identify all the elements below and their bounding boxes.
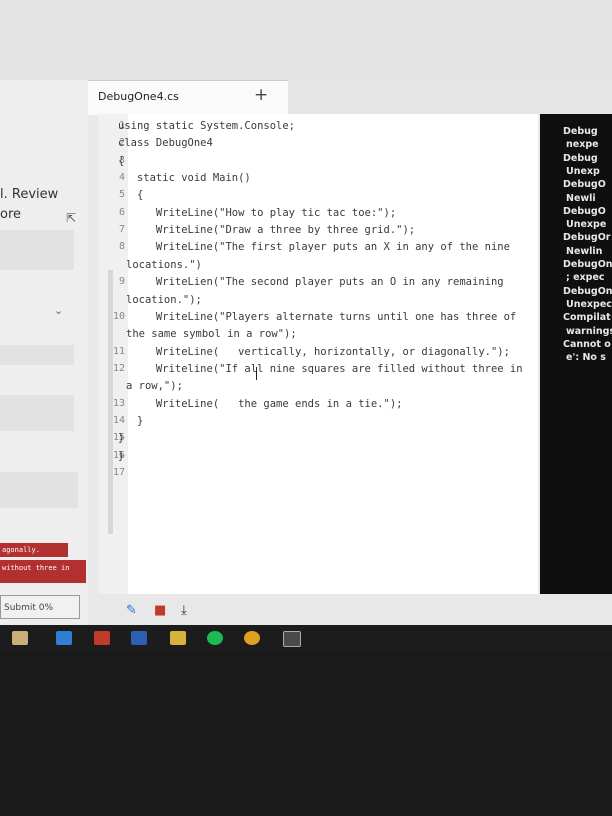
editor-toolbar xyxy=(88,594,612,625)
terminal-line: Debug xyxy=(563,152,598,164)
app-icon[interactable] xyxy=(283,631,301,647)
terminal-line: e': No s xyxy=(566,352,606,364)
tab-terminal[interactable]: >_ T xyxy=(540,80,612,114)
code-line[interactable]: static void Main() xyxy=(118,172,251,184)
terminal-line: Unexpect xyxy=(566,298,612,310)
code-line[interactable]: a row,"); xyxy=(126,380,183,392)
code-line[interactable]: WriteLine("Draw a three by three grid.")… xyxy=(118,224,415,236)
left-card xyxy=(0,472,78,508)
terminal-line: Debug xyxy=(563,126,598,137)
submit-button[interactable]: Submit 0% xyxy=(0,595,80,619)
code-line[interactable]: using static System.Console; xyxy=(118,120,295,132)
tab-label: DebugOne4.cs xyxy=(98,90,179,103)
folder-icon[interactable] xyxy=(170,631,186,645)
add-tab-button[interactable]: + xyxy=(254,85,268,105)
terminal-line: Newlin xyxy=(566,245,603,257)
code-line[interactable]: } xyxy=(118,432,124,444)
terminal-line: Unexp xyxy=(566,165,600,177)
code-line[interactable]: WriteLine("How to play tic tac toe:"); xyxy=(118,207,396,219)
terminal-line: Newli xyxy=(566,192,596,204)
code-line[interactable]: locations.") xyxy=(126,259,202,271)
error-highlight: without three in xyxy=(0,560,86,583)
office-icon[interactable] xyxy=(94,631,110,645)
review-heading: l. Review xyxy=(0,187,59,202)
code-line[interactable]: location."); xyxy=(126,294,202,306)
top-band xyxy=(0,0,612,80)
left-card xyxy=(0,230,74,270)
code-line[interactable]: } xyxy=(118,450,124,462)
code-line[interactable]: WriteLine( the game ends in a tie."); xyxy=(118,398,403,410)
store-icon[interactable] xyxy=(12,631,28,645)
terminal-line: Unexpe xyxy=(566,219,607,231)
code-line[interactable]: class DebugOne4 xyxy=(118,137,213,149)
code-line[interactable]: WriteLine( vertically, horizontally, or … xyxy=(118,346,510,358)
terminal-line: DebugOr xyxy=(563,232,611,244)
chevron-down-icon[interactable]: ⌄ xyxy=(54,304,63,317)
code-line[interactable]: { xyxy=(118,155,124,167)
terminal-line: nexpe xyxy=(566,139,599,151)
error-highlight: agonally. xyxy=(0,543,68,557)
more-text: ore xyxy=(0,207,22,222)
terminal-line: DebugOn xyxy=(563,285,612,297)
terminal-line: Compilat xyxy=(563,312,611,324)
trash-icon[interactable]: ■ xyxy=(154,603,166,618)
terminal-line: Cannot o xyxy=(563,338,611,350)
left-card xyxy=(0,345,74,365)
pencil-icon[interactable]: ✎ xyxy=(126,603,137,618)
code-line[interactable]: WriteLien("The second player puts an O i… xyxy=(118,276,504,288)
terminal-line: ; expec xyxy=(566,272,605,284)
spotify-icon[interactable] xyxy=(207,631,223,645)
code-line[interactable]: WriteLine("The first player puts an X in… xyxy=(118,241,510,253)
chrome-icon[interactable] xyxy=(244,631,260,645)
line-number: 17 xyxy=(112,467,125,478)
mouse-pointer-icon: ⇱ xyxy=(66,211,77,225)
download-icon[interactable]: ⤓ xyxy=(181,603,187,618)
left-card xyxy=(0,395,74,431)
terminal-line: warnings xyxy=(566,325,612,337)
terminal-line: DebugO xyxy=(563,179,606,191)
screen: l. Review ore ⇱ ⌄ agonally. without thre… xyxy=(0,0,612,625)
text-caret xyxy=(256,367,257,380)
terminal-line: DebugO xyxy=(563,205,606,217)
taskbar xyxy=(0,625,612,653)
code-line[interactable]: WriteLine("Players alternate turns until… xyxy=(118,311,516,323)
word-icon[interactable] xyxy=(131,631,147,645)
code-line[interactable]: } xyxy=(118,415,143,427)
code-line[interactable]: Writeline("If all nine squares are fille… xyxy=(118,363,523,375)
code-line[interactable]: the same symbol in a row"); xyxy=(126,328,297,340)
terminal-line: DebugOn xyxy=(563,259,612,270)
mail-icon[interactable] xyxy=(56,631,72,645)
code-line[interactable]: { xyxy=(118,189,143,201)
